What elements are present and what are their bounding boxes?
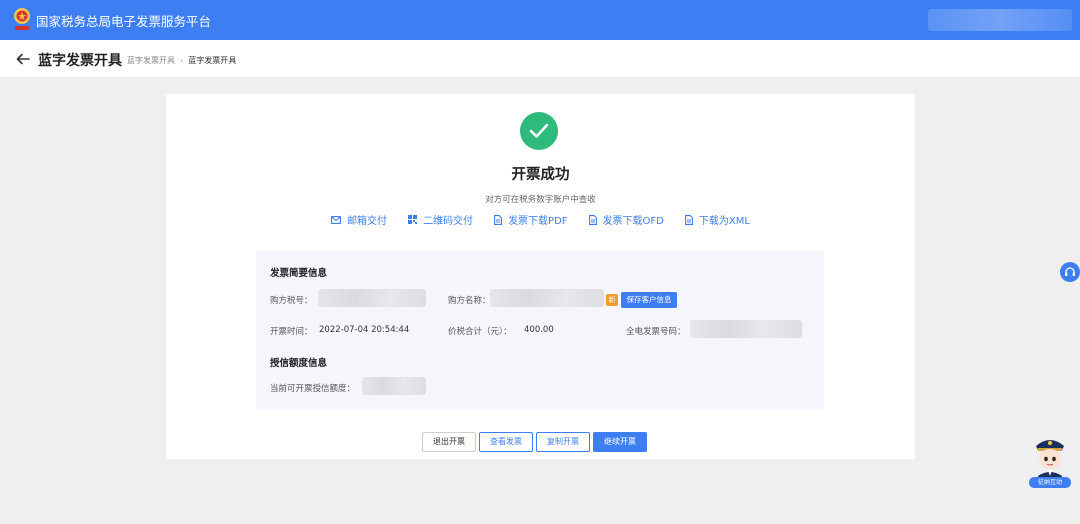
- user-account-area[interactable]: [928, 9, 1072, 31]
- breadcrumb-item[interactable]: 蓝字发票开具: [127, 55, 175, 66]
- success-subtitle: 对方可在税务数字账户中查收: [485, 195, 596, 205]
- invoice-number-value: [690, 320, 802, 338]
- total-amount-label: 价税合计（元）：: [448, 327, 512, 337]
- chevron-right-icon: ›: [180, 56, 184, 65]
- invoice-number-label: 全电发票号码：: [626, 327, 686, 337]
- tax-emblem-icon: [14, 8, 30, 30]
- qrcode-icon: [408, 215, 418, 224]
- buyer-tax-no-label: 购方税号：: [270, 296, 313, 306]
- result-card: 开票成功 对方可在税务数字账户中查收 邮箱交付 二维码交付 发票下载PDF 发票…: [166, 94, 915, 459]
- available-credit-value: [362, 377, 426, 395]
- view-invoice-button[interactable]: 查看发票: [479, 432, 533, 452]
- email-delivery-link[interactable]: 邮箱交付: [331, 212, 387, 227]
- breadcrumb-current: 蓝字发票开具: [188, 56, 237, 65]
- exit-invoicing-button[interactable]: 退出开票: [422, 432, 476, 452]
- document-icon: [494, 214, 503, 225]
- download-ofd-label: 发票下载OFD: [602, 216, 664, 227]
- total-amount-value: 400.00: [524, 325, 554, 335]
- download-pdf-link[interactable]: 发票下载PDF: [494, 212, 568, 227]
- buyer-tax-no-value: [318, 289, 426, 307]
- buyer-name-label: 购方名称：: [448, 296, 491, 306]
- qrcode-delivery-label: 二维码交付: [423, 216, 474, 227]
- assistant-label[interactable]: 征纳互动: [1029, 477, 1071, 488]
- action-buttons: 退出开票 查看发票 复制开票 继续开票: [422, 432, 647, 452]
- qrcode-delivery-link[interactable]: 二维码交付: [408, 212, 473, 227]
- invoice-summary-panel: 发票简要信息 购方税号： 购方名称： 新 保存客户信息 开票时间： 2022-0…: [256, 251, 824, 410]
- download-xml-link[interactable]: 下载为XML: [684, 212, 750, 227]
- download-ofd-link[interactable]: 发票下载OFD: [588, 212, 664, 227]
- available-credit-label: 当前可开票授信额度：: [270, 384, 356, 394]
- document-icon: [588, 214, 597, 225]
- credit-section-title: 授信额度信息: [270, 358, 328, 369]
- page-title: 蓝字发票开具: [38, 53, 122, 69]
- new-badge: 新: [606, 294, 618, 306]
- issue-time-label: 开票时间：: [270, 327, 313, 337]
- download-pdf-label: 发票下载PDF: [508, 216, 568, 227]
- download-xml-label: 下载为XML: [698, 216, 750, 227]
- document-icon: [684, 214, 693, 225]
- success-title: 开票成功: [511, 167, 570, 183]
- mail-icon: [331, 215, 342, 224]
- continue-invoicing-button[interactable]: 继续开票: [593, 432, 647, 452]
- issue-time-value: 2022-07-04 20:54:44: [319, 325, 410, 335]
- arrow-left-icon[interactable]: [16, 52, 30, 66]
- check-circle-icon: [520, 112, 558, 150]
- email-delivery-label: 邮箱交付: [347, 216, 388, 227]
- headset-icon: [1065, 267, 1075, 276]
- copy-invoice-button[interactable]: 复制开票: [536, 432, 590, 452]
- save-customer-button[interactable]: 保存客户信息: [621, 292, 677, 308]
- buyer-name-value: [490, 289, 604, 307]
- top-bar: 国家税务总局电子发票服务平台: [0, 0, 1080, 40]
- summary-section-title: 发票简要信息: [270, 268, 328, 279]
- page-header: 蓝字发票开具 蓝字发票开具 › 蓝字发票开具: [0, 40, 1080, 78]
- delivery-options: 邮箱交付 二维码交付 发票下载PDF 发票下载OFD 下载为XML: [166, 212, 915, 227]
- app-title: 国家税务总局电子发票服务平台: [36, 14, 212, 29]
- breadcrumb: 蓝字发票开具 › 蓝字发票开具: [127, 55, 236, 66]
- support-button[interactable]: [1060, 262, 1080, 282]
